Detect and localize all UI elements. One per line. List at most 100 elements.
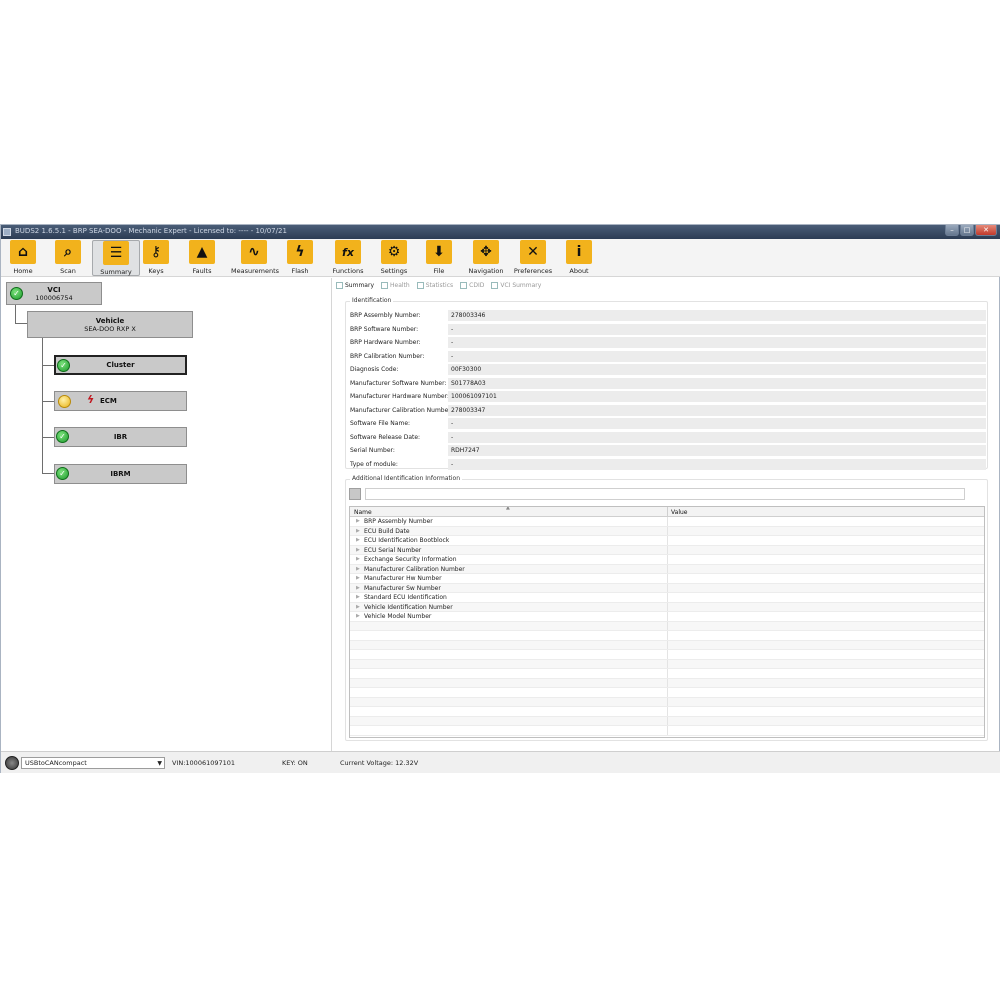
- expand-arrow-icon[interactable]: ▶: [356, 556, 360, 562]
- table-row[interactable]: ▶ BRP Assembly Number: [350, 517, 984, 527]
- table-row[interactable]: ▶ ECU Identification Bootblock: [350, 536, 984, 546]
- toolbar-navigation-button[interactable]: ✥ Navigation: [463, 240, 509, 276]
- expand-arrow-icon[interactable]: ▶: [356, 604, 360, 610]
- lightning-icon: ϟ: [287, 240, 313, 264]
- toolbar-scan-button[interactable]: ⌕ Scan: [52, 240, 84, 276]
- additional-info-table: Name ▲ Value ▶ BRP Assembly Number ▶ ECU Bu…: [349, 506, 985, 738]
- table-row[interactable]: ▶ ECU Build Date: [350, 526, 984, 536]
- toolbar-measurements-button[interactable]: ∿ Measurements: [231, 240, 279, 276]
- toolbar-summary-button[interactable]: ☰ Summary: [92, 240, 140, 276]
- search-icon[interactable]: [349, 488, 361, 500]
- expand-arrow-icon[interactable]: ▶: [356, 528, 360, 534]
- tab-health[interactable]: Health: [381, 279, 410, 291]
- identification-row: Software File Name: -: [350, 418, 986, 430]
- key-status: KEY: ON: [282, 759, 308, 767]
- identification-row: BRP Assembly Number: 278003346: [350, 310, 986, 322]
- row-name: Exchange Security Information: [364, 556, 457, 563]
- expand-arrow-icon[interactable]: ▶: [356, 518, 360, 524]
- row-name: Vehicle Identification Number: [364, 603, 453, 611]
- toolbar-keys-button[interactable]: ⚷ Keys: [138, 240, 174, 276]
- row-name: ECU Identification Bootblock: [364, 537, 450, 544]
- expand-arrow-icon[interactable]: ▶: [356, 585, 360, 591]
- empty-table-row: [350, 669, 984, 679]
- identification-row: Manufacturer Software Number: S01778A03: [350, 377, 986, 390]
- table-row[interactable]: ▶ Exchange Security Information: [350, 555, 984, 565]
- empty-table-row: [350, 631, 984, 641]
- toolbar-about-button[interactable]: i About: [563, 240, 595, 276]
- table-row[interactable]: ▶ Manufacturer Sw Number: [350, 583, 984, 593]
- module-node-ecm[interactable]: ϟ ECM: [54, 391, 187, 411]
- ok-status-icon: ✓: [10, 287, 23, 300]
- module-label: IBR: [113, 433, 128, 441]
- field-label: BRP Hardware Number:: [350, 339, 421, 346]
- close-button[interactable]: ✕: [975, 225, 997, 236]
- expand-arrow-icon[interactable]: ▶: [356, 594, 360, 600]
- identification-row: BRP Calibration Number: -: [350, 350, 986, 363]
- toolbar-functions-button[interactable]: fx Functions: [328, 240, 368, 276]
- column-divider: [667, 621, 668, 630]
- table-row[interactable]: ▶ ECU Serial Number: [350, 545, 984, 555]
- column-value-header[interactable]: Value: [671, 509, 687, 516]
- table-row[interactable]: ▶ Vehicle Identification Number: [350, 602, 984, 612]
- app-icon: [3, 228, 11, 236]
- tab-statistics[interactable]: Statistics: [416, 279, 453, 291]
- column-divider: [667, 659, 668, 668]
- warning-icon: ▲: [189, 240, 215, 264]
- toolbar-preferences-button[interactable]: ✕ Preferences: [513, 240, 553, 276]
- tab-vci-summary[interactable]: VCI Summary: [491, 279, 541, 291]
- app-window: BUDS2 1.6.5.1 - BRP SEA-DOO - Mechanic E…: [0, 224, 1000, 773]
- identification-row: BRP Software Number: -: [350, 323, 986, 336]
- maximize-button[interactable]: □: [960, 225, 974, 236]
- table-row[interactable]: ▶ Vehicle Model Number: [350, 612, 984, 622]
- toolbar-faults-button[interactable]: ▲ Faults: [185, 240, 219, 276]
- toolbar-home-button[interactable]: ⌂ Home: [5, 240, 41, 276]
- info-icon: i: [566, 240, 592, 264]
- empty-table-row: [350, 688, 984, 698]
- sort-arrow-icon: ▲: [506, 506, 510, 511]
- expand-arrow-icon[interactable]: ▶: [356, 547, 360, 553]
- table-row[interactable]: ▶ Standard ECU Identification: [350, 593, 984, 603]
- tab-summary[interactable]: Summary: [336, 279, 374, 291]
- column-divider: [667, 555, 668, 564]
- statistics-tab-icon: [416, 281, 424, 289]
- status-bar: USBtoCANcompact ▼ VIN:100061097101 KEY: …: [1, 751, 1000, 773]
- table-row[interactable]: ▶ Manufacturer Hw Number: [350, 574, 984, 584]
- field-value: -: [448, 337, 986, 348]
- toolbar-label: Scan: [60, 267, 76, 275]
- module-label: Cluster: [106, 361, 135, 369]
- tab-cdid[interactable]: CDID: [460, 279, 484, 291]
- search-bar: [349, 488, 981, 500]
- identification-title: Identification: [350, 297, 394, 304]
- expand-arrow-icon[interactable]: ▶: [356, 537, 360, 543]
- column-divider: [667, 707, 668, 716]
- module-node-cluster[interactable]: ✓ Cluster: [54, 355, 187, 375]
- identification-row: Serial Number: RDH7247: [350, 445, 986, 457]
- vehicle-node[interactable]: Vehicle SEA-DOO RXP X: [27, 311, 193, 338]
- column-divider[interactable]: [667, 507, 668, 517]
- toolbar-settings-button[interactable]: ⚙ Settings: [376, 240, 412, 276]
- minimize-button[interactable]: –: [945, 225, 959, 236]
- ok-status-icon: ✓: [57, 359, 70, 372]
- field-label: Manufacturer Calibration Number:: [350, 406, 453, 414]
- column-divider: [667, 697, 668, 706]
- toolbar-file-button[interactable]: ⬇ File: [423, 240, 455, 276]
- vci-title: VCI: [47, 286, 61, 294]
- health-tab-icon: [381, 281, 388, 289]
- tree-connector: [42, 365, 54, 366]
- additional-info-title: Additional Identification Information: [350, 475, 463, 482]
- expand-arrow-icon[interactable]: ▶: [356, 566, 360, 572]
- interface-select[interactable]: USBtoCANcompact ▼: [21, 757, 165, 769]
- table-row[interactable]: ▶ Manufacturer Calibration Number: [350, 564, 984, 574]
- vci-node[interactable]: ✓ VCI 100006754: [6, 282, 102, 305]
- search-input[interactable]: [365, 488, 965, 500]
- module-node-ibrm[interactable]: ✓ IBRM: [54, 464, 187, 484]
- toolbar-flash-button[interactable]: ϟ Flash: [282, 240, 318, 276]
- expand-arrow-icon[interactable]: ▶: [356, 613, 360, 619]
- empty-table-row: [350, 726, 984, 736]
- column-name-header[interactable]: Name: [354, 509, 372, 516]
- module-node-ibr[interactable]: ✓ IBR: [54, 427, 187, 447]
- row-name: Manufacturer Calibration Number: [364, 565, 465, 573]
- module-label: IBRM: [110, 470, 131, 478]
- field-label: BRP Software Number:: [350, 325, 419, 333]
- expand-arrow-icon[interactable]: ▶: [356, 575, 360, 581]
